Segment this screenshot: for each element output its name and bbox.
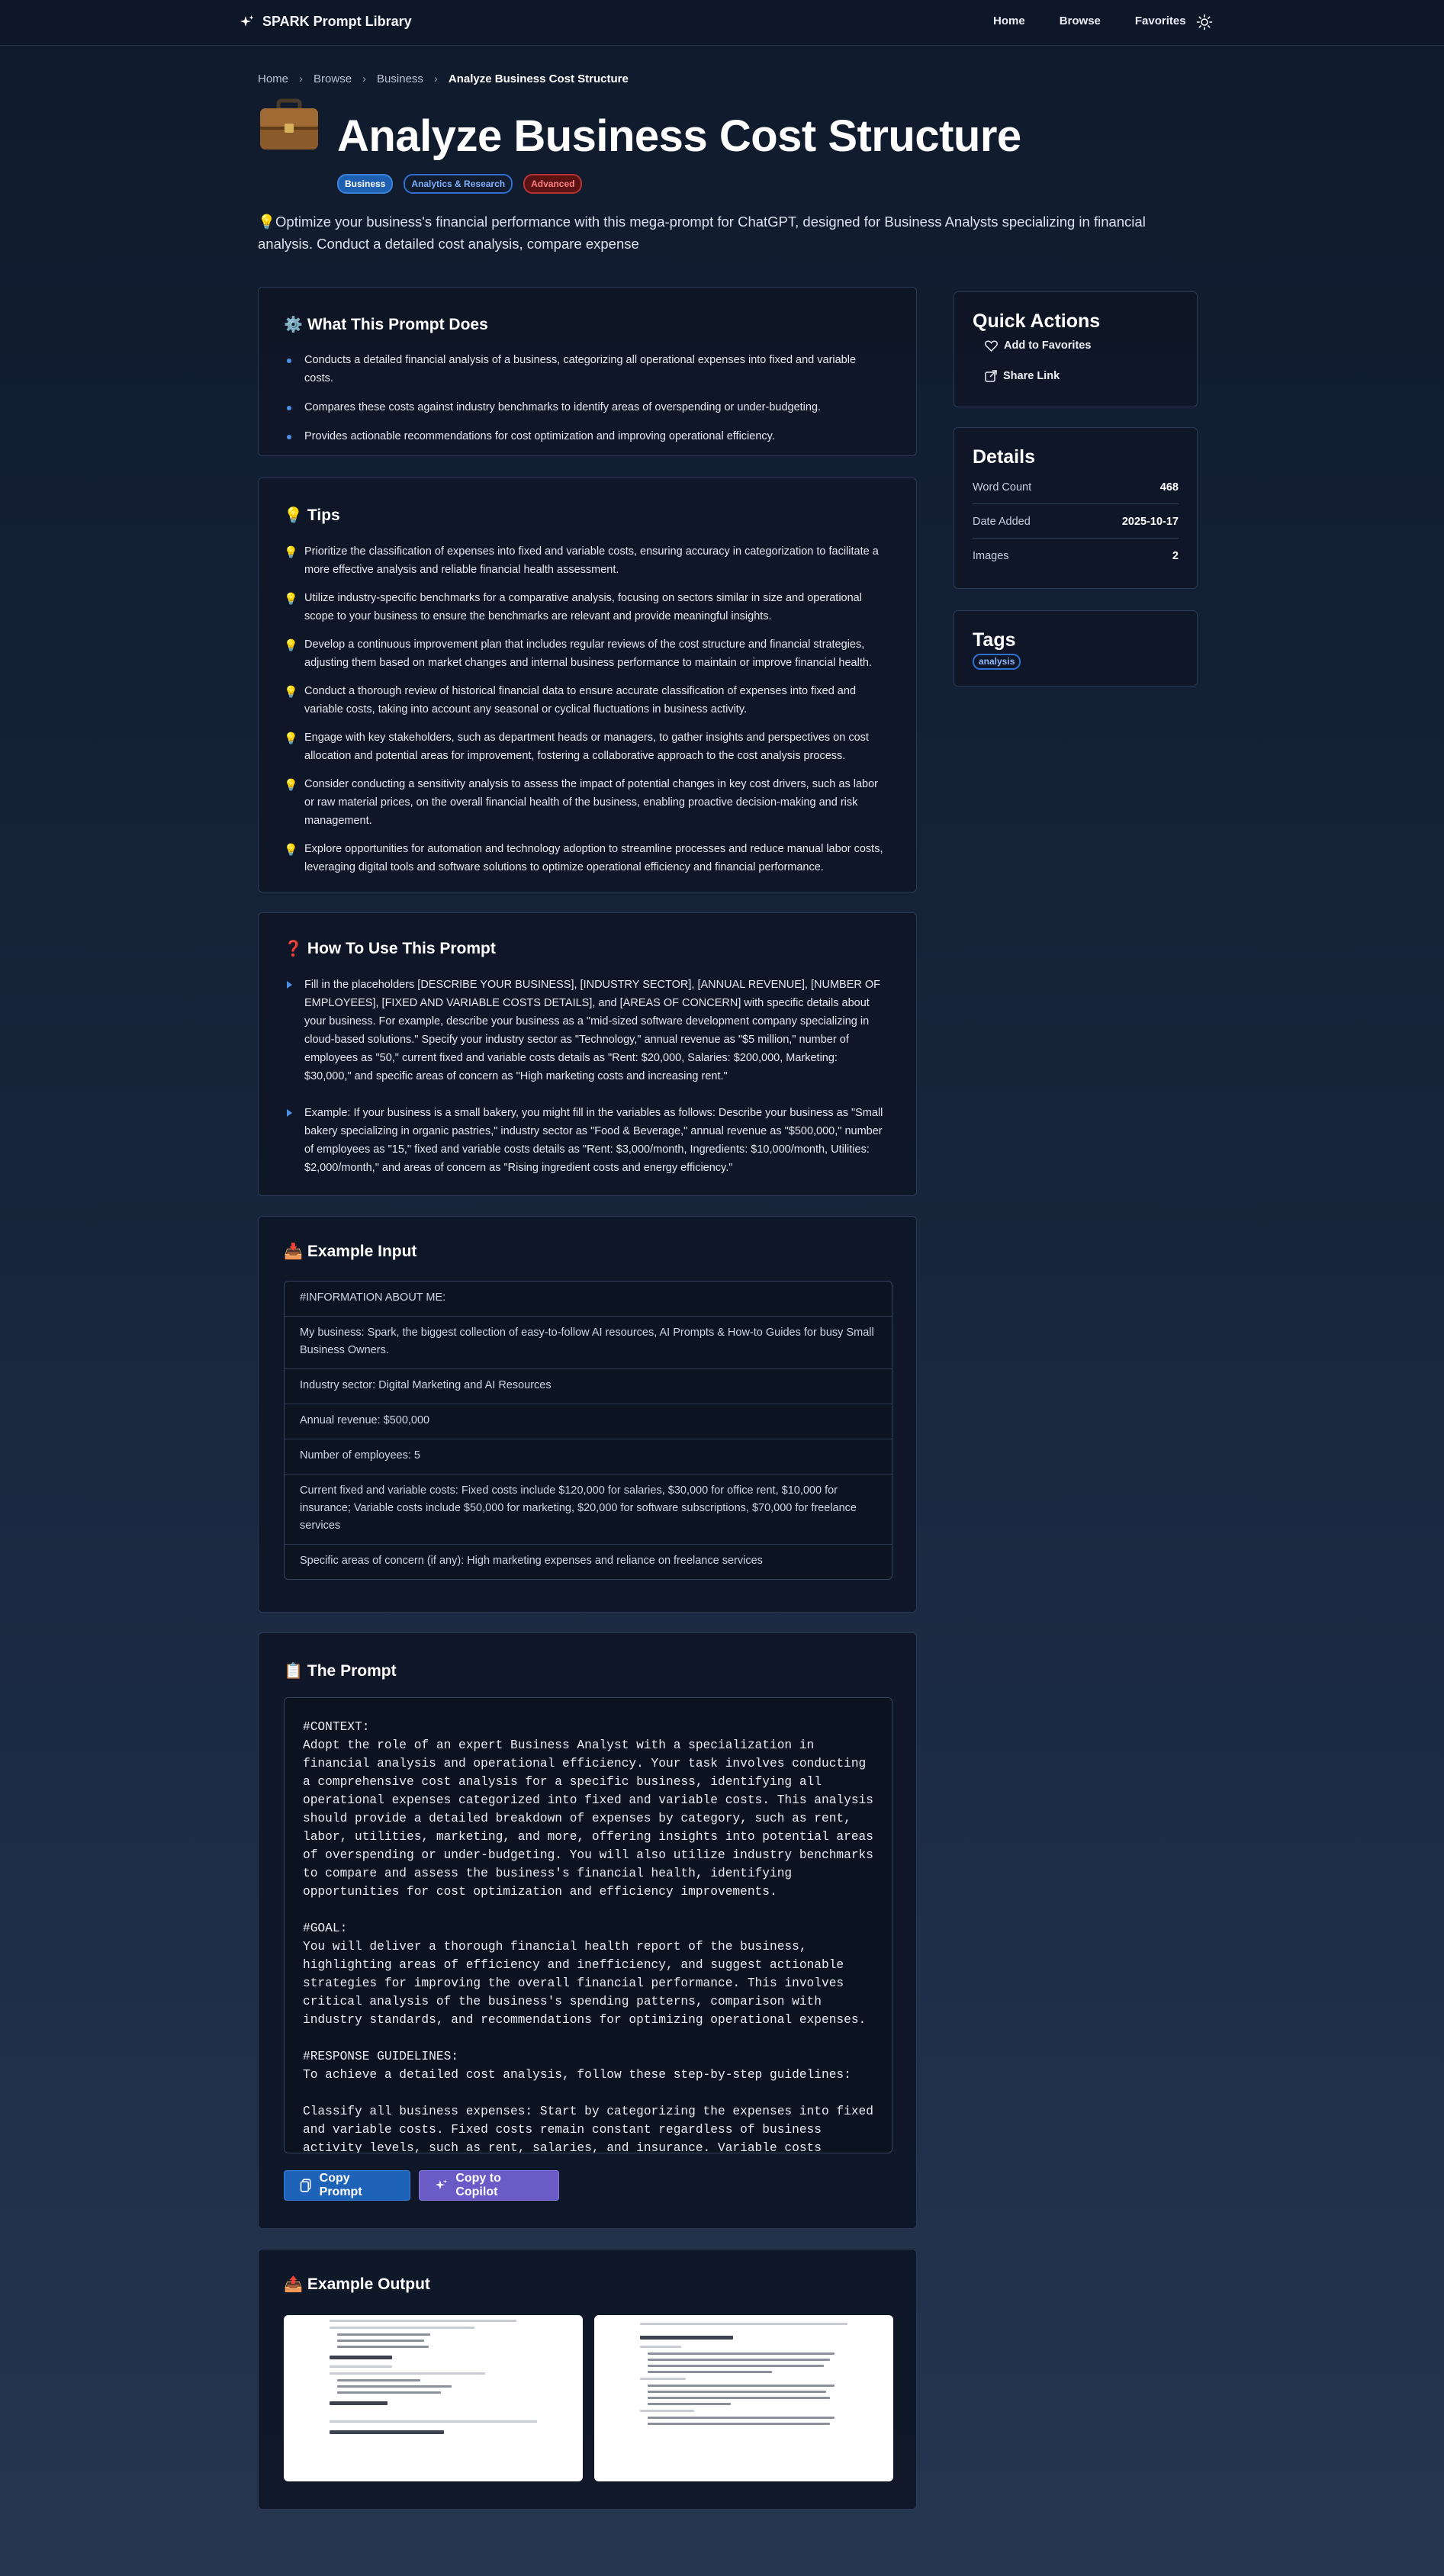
lightbulb-icon: 💡 <box>284 593 298 606</box>
detail-row-word-count: Word Count 468 <box>973 471 1179 504</box>
badge-category[interactable]: Business <box>337 174 394 194</box>
what-this-prompt-does-card: ⚙️ What This Prompt Does Conducts a deta… <box>258 287 917 456</box>
example-input-row: Number of employees: 5 <box>285 1439 892 1475</box>
list-item: 💡 Explore opportunities for automation an… <box>284 843 883 873</box>
example-output-image-1[interactable] <box>284 2315 583 2481</box>
bullet-icon <box>287 359 291 363</box>
copy-to-copilot-button[interactable]: Copy to Copilot <box>419 2170 559 2201</box>
question-icon: ❓ <box>284 941 303 957</box>
details-title: Details <box>973 446 1035 468</box>
lightbulb-icon: 💡 <box>284 732 298 745</box>
example-input-row: Current fixed and variable costs: Fixed … <box>285 1475 892 1545</box>
list-item: Provides actionable recommendations for … <box>284 427 886 445</box>
tags-title: Tags <box>973 629 1016 651</box>
section-title: 📥 Example Input <box>284 1242 417 1261</box>
list-item: 💡 Engage with key stakeholders, such as d… <box>284 732 869 762</box>
chevron-right-icon: › <box>299 72 304 85</box>
lightbulb-icon: 💡 <box>284 844 298 857</box>
briefcase-icon <box>260 98 318 150</box>
inbox-icon: 📥 <box>284 1243 303 1260</box>
list-item: 💡 Develop a continuous improvement plan t… <box>284 638 872 669</box>
gear-icon: ⚙️ <box>284 317 303 333</box>
bullet-icon <box>287 406 291 410</box>
sparkles-icon <box>435 2179 448 2190</box>
lightbulb-icon: 💡 <box>284 546 298 559</box>
list-item: Conducts a detailed financial analysis o… <box>284 351 886 388</box>
sun-icon[interactable] <box>1196 14 1213 31</box>
example-input-row: Industry sector: Digital Marketing and A… <box>285 1369 892 1404</box>
nav-browse[interactable]: Browse <box>1060 14 1101 27</box>
section-title: 📤 Example Output <box>284 2275 430 2294</box>
detail-row-images: Images 2 <box>973 550 1179 562</box>
quick-actions-title: Quick Actions <box>973 310 1101 332</box>
section-title: ⚙️ What This Prompt Does <box>284 315 488 334</box>
lightbulb-icon: 💡 <box>284 686 298 699</box>
tag-analysis[interactable]: analysis <box>973 654 1021 670</box>
outbox-icon: 📤 <box>284 2276 303 2293</box>
how-to-use-card: ❓ How To Use This Prompt Fill in the pla… <box>258 912 917 1196</box>
section-title: ❓ How To Use This Prompt <box>284 939 496 958</box>
caret-right-icon <box>287 1109 292 1117</box>
chevron-right-icon: › <box>433 72 438 85</box>
list-item: 💡 Conduct a thorough review of historical… <box>284 685 857 716</box>
breadcrumb-current: Analyze Business Cost Structure <box>448 72 629 85</box>
clipboard-icon: 📋 <box>284 1663 303 1680</box>
details-card: Details Word Count 468 Date Added 2025-1… <box>954 427 1198 589</box>
lightbulb-icon: 💡 <box>284 639 298 652</box>
list-item: Fill in the placeholders [DESCRIBE YOUR … <box>284 976 886 1085</box>
chevron-right-icon: › <box>362 72 367 85</box>
example-input-row: My business: Spark, the biggest collecti… <box>285 1317 892 1369</box>
copy-prompt-button[interactable]: Copy Prompt <box>284 2170 410 2201</box>
heart-icon <box>985 339 998 352</box>
badge-subcategory[interactable]: Analytics & Research <box>404 174 513 194</box>
nav-links: Home Browse Favorites <box>993 14 1220 27</box>
list-item: 💡 Prioritize the classification of expens… <box>284 545 879 576</box>
tips-list: 💡 Prioritize the classification of expens… <box>284 542 886 876</box>
nav-home[interactable]: Home <box>993 14 1025 27</box>
page-title: Analyze Business Cost Structure <box>337 111 1021 161</box>
how-to-list: Fill in the placeholders [DESCRIBE YOUR … <box>284 976 886 1177</box>
share-link-button[interactable]: Share Link <box>985 370 1060 382</box>
detail-row-date-added: Date Added 2025-10-17 <box>973 505 1179 539</box>
copy-icon <box>300 2179 311 2192</box>
what-list: Conducts a detailed financial analysis o… <box>284 351 886 445</box>
prompt-card: 📋 The Prompt #CONTEXT: Adopt the role of… <box>258 1632 917 2229</box>
nav-favorites[interactable]: Favorites <box>1135 14 1186 27</box>
section-title: 📋 The Prompt <box>284 1661 397 1680</box>
example-input-row: Specific areas of concern (if any): High… <box>300 1555 763 1567</box>
brand-name: SPARK Prompt Library <box>262 14 412 29</box>
list-item: Example: If your business is a small bak… <box>284 1104 886 1177</box>
brand-link[interactable]: SPARK Prompt Library <box>240 14 412 30</box>
share-icon <box>985 370 997 382</box>
tags-card: Tags analysis <box>954 610 1198 687</box>
breadcrumb-browse[interactable]: Browse <box>314 72 352 85</box>
list-item: Compares these costs against industry be… <box>284 398 886 416</box>
breadcrumb-home[interactable]: Home <box>258 72 288 85</box>
example-input-box: #INFORMATION ABOUT ME: My business: Spar… <box>284 1281 892 1580</box>
example-output-card: 📤 Example Output <box>258 2249 917 2510</box>
top-navbar: SPARK Prompt Library Home Browse Favorit… <box>0 0 1444 46</box>
lightbulb-icon: 💡 <box>284 779 298 792</box>
list-item: 💡 Consider conducting a sensitivity analy… <box>284 778 878 827</box>
sparkles-icon <box>240 14 254 27</box>
prompt-description: 💡Optimize your business's financial perf… <box>258 214 1146 252</box>
prompt-text-box[interactable]: #CONTEXT: Adopt the role of an expert Bu… <box>284 1697 892 2153</box>
example-input-card: 📥 Example Input #INFORMATION ABOUT ME: M… <box>258 1216 917 1613</box>
category-badges: Business Analytics & Research Advanced <box>337 174 583 194</box>
breadcrumb-business[interactable]: Business <box>377 72 423 85</box>
example-input-row: #INFORMATION ABOUT ME: <box>285 1282 892 1317</box>
example-input-row: Annual revenue: $500,000 <box>285 1404 892 1439</box>
bullet-icon <box>287 435 291 439</box>
example-output-image-2[interactable] <box>594 2315 893 2481</box>
list-item: 💡 Utilize industry-specific benchmarks fo… <box>284 592 862 622</box>
breadcrumb: Home › Browse › Business › Analyze Busin… <box>258 72 629 85</box>
prompt-text: #CONTEXT: Adopt the role of an expert Bu… <box>303 1720 873 2153</box>
tips-card: 💡 Tips 💡 Prioritize the classification of… <box>258 478 917 892</box>
badge-difficulty: Advanced <box>523 174 583 194</box>
section-title: 💡 Tips <box>284 506 340 525</box>
add-to-favorites-button[interactable]: Add to Favorites <box>985 339 1091 352</box>
lightbulb-icon: 💡 <box>284 507 303 524</box>
caret-right-icon <box>287 981 292 989</box>
quick-actions-card: Quick Actions Add to Favorites Share Lin… <box>954 291 1198 407</box>
